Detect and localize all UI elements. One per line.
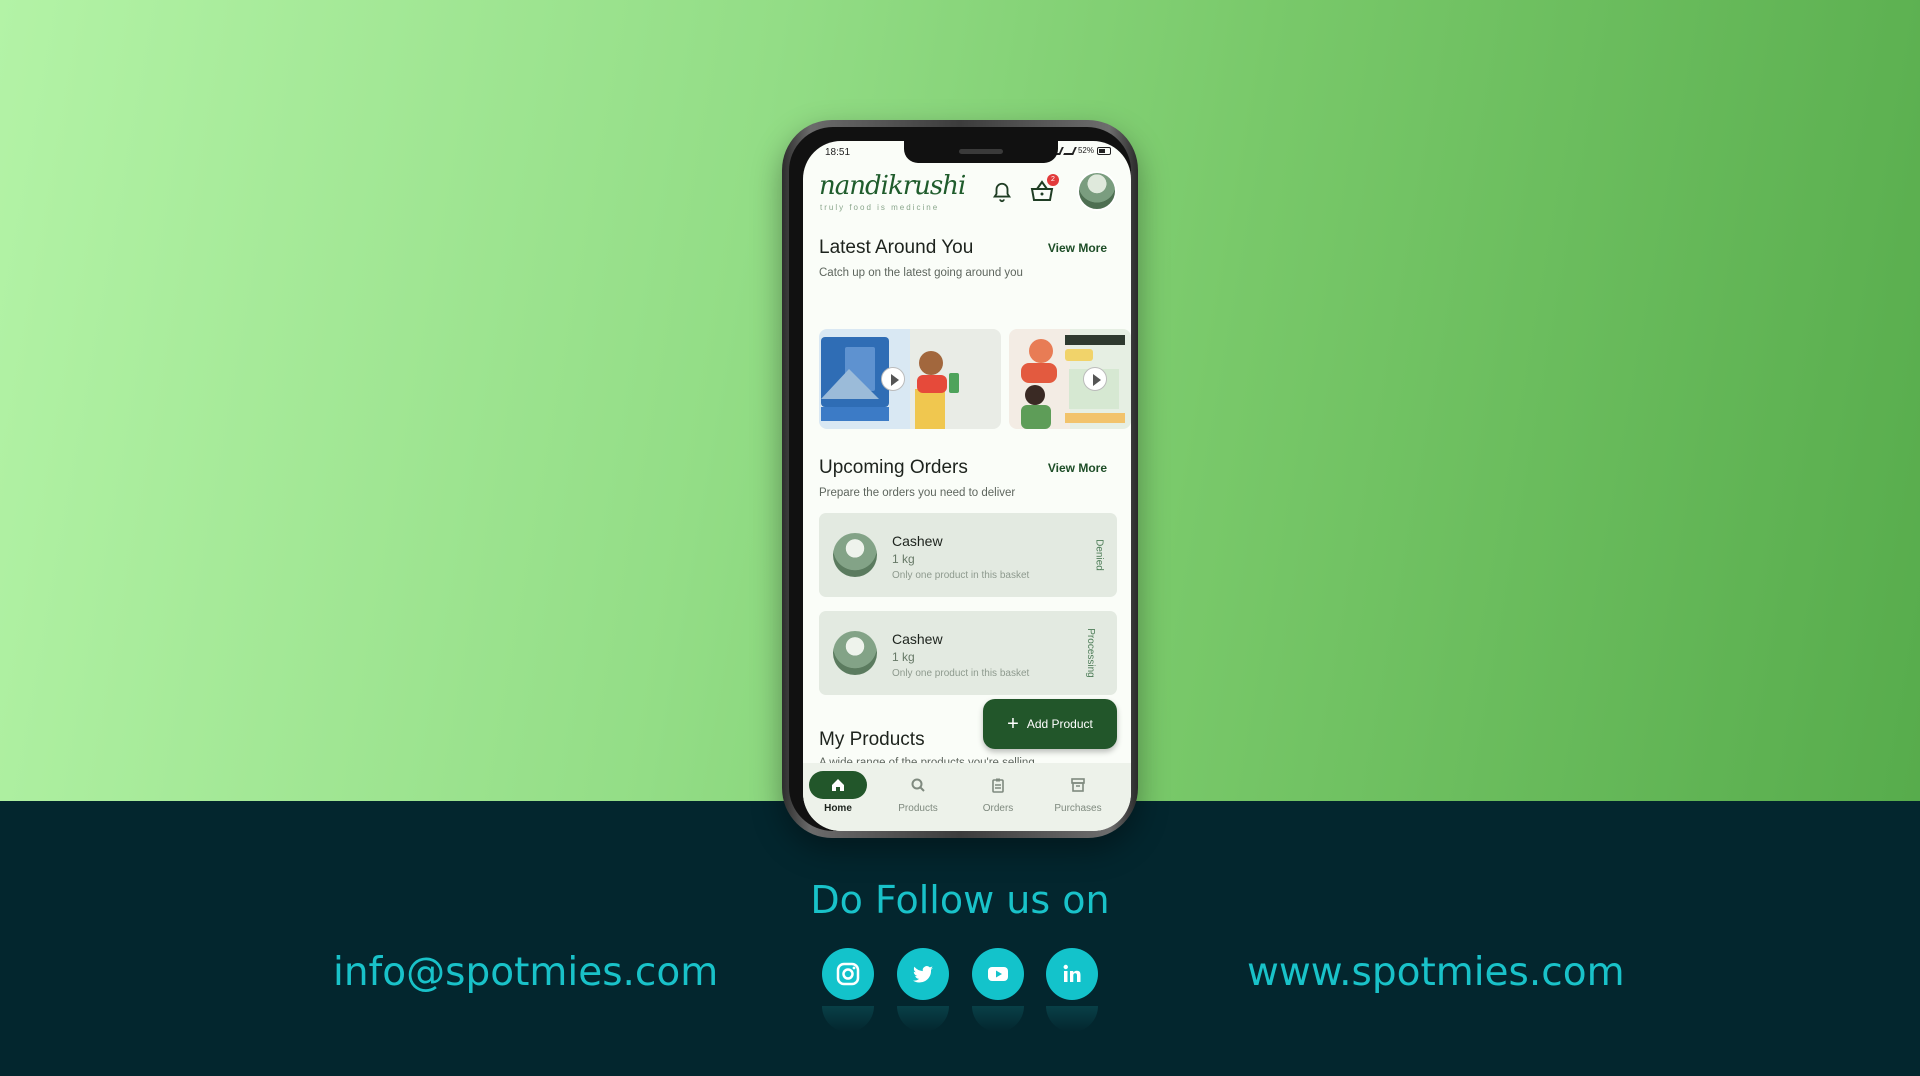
video-card[interactable]	[819, 329, 1001, 429]
website-link[interactable]: www.spotmies.com	[1247, 950, 1625, 995]
bottom-navigation: Home Products Orders Purchases	[803, 763, 1131, 831]
latest-carousel[interactable]	[819, 329, 1131, 429]
nav-item-orders[interactable]: Orders	[963, 771, 1033, 814]
notification-bell-icon[interactable]	[991, 181, 1013, 203]
profile-avatar[interactable]	[1077, 171, 1117, 211]
video-thumbnail-illustration	[1021, 335, 1125, 429]
clipboard-icon	[992, 778, 1004, 793]
add-product-label: Add Product	[1026, 717, 1093, 731]
nav-label: Purchases	[1054, 803, 1102, 814]
app-screen: 18:51 52% nandikrushi truly food is medi…	[803, 141, 1131, 831]
app-tagline: truly food is medicine	[820, 203, 940, 212]
follow-heading: Do Follow us on	[810, 878, 1110, 922]
nav-label: Home	[824, 803, 852, 814]
latest-view-more-link[interactable]: View More	[1048, 241, 1107, 255]
play-button[interactable]	[1083, 367, 1107, 391]
upcoming-title: Upcoming Orders	[819, 457, 968, 478]
order-quantity: 1 kg	[892, 552, 915, 566]
order-product-name: Cashew	[892, 533, 943, 549]
order-quantity: 1 kg	[892, 650, 915, 664]
app-logo: nandikrushi	[819, 171, 966, 201]
search-icon	[911, 778, 925, 792]
latest-title: Latest Around You	[819, 237, 974, 258]
product-thumbnail	[833, 631, 877, 675]
nav-item-purchases[interactable]: Purchases	[1043, 771, 1113, 814]
signal-icon-2	[1063, 146, 1077, 155]
footer-band	[0, 801, 1920, 1076]
plus-icon: +	[1007, 713, 1019, 735]
nav-item-products[interactable]: Products	[883, 771, 953, 814]
order-product-name: Cashew	[892, 631, 943, 647]
twitter-icon[interactable]	[897, 948, 949, 1000]
video-thumbnail-illustration	[821, 337, 959, 429]
product-thumbnail	[833, 533, 877, 577]
order-card[interactable]: Cashew 1 kg Only one product in this bas…	[819, 513, 1117, 597]
video-card[interactable]	[1009, 329, 1131, 429]
order-note: Only one product in this basket	[892, 668, 1030, 679]
phone-mockup: 18:51 52% nandikrushi truly food is medi…	[782, 120, 1138, 838]
instagram-icon[interactable]	[822, 948, 874, 1000]
cart-count-badge: 2	[1047, 174, 1059, 186]
app-header: nandikrushi truly food is medicine 2	[819, 171, 1119, 219]
nav-label: Orders	[982, 803, 1014, 814]
my-products-title: My Products	[819, 729, 925, 750]
order-status: Processing	[1084, 628, 1096, 678]
latest-subtitle: Catch up on the latest going around you	[819, 267, 1023, 279]
home-icon	[832, 779, 844, 791]
upcoming-subtitle: Prepare the orders you need to deliver	[819, 487, 1016, 499]
play-button[interactable]	[881, 367, 905, 391]
order-status: Denied	[1093, 539, 1105, 571]
archive-icon	[1071, 778, 1085, 792]
battery-percent: 52%	[1077, 146, 1094, 155]
upcoming-view-more-link[interactable]: View More	[1048, 461, 1107, 475]
youtube-icon[interactable]	[972, 948, 1024, 1000]
add-product-button[interactable]: + Add Product	[983, 699, 1117, 749]
linkedin-icon[interactable]	[1046, 948, 1098, 1000]
order-card[interactable]: Cashew 1 kg Only one product in this bas…	[819, 611, 1117, 695]
contact-email[interactable]: info@spotmies.com	[333, 950, 718, 995]
nav-item-home[interactable]: Home	[803, 771, 873, 814]
phone-notch	[904, 141, 1058, 163]
status-time: 18:51	[825, 147, 851, 158]
battery-icon	[1097, 146, 1111, 155]
order-note: Only one product in this basket	[892, 570, 1030, 581]
nav-label: Products	[898, 803, 938, 814]
